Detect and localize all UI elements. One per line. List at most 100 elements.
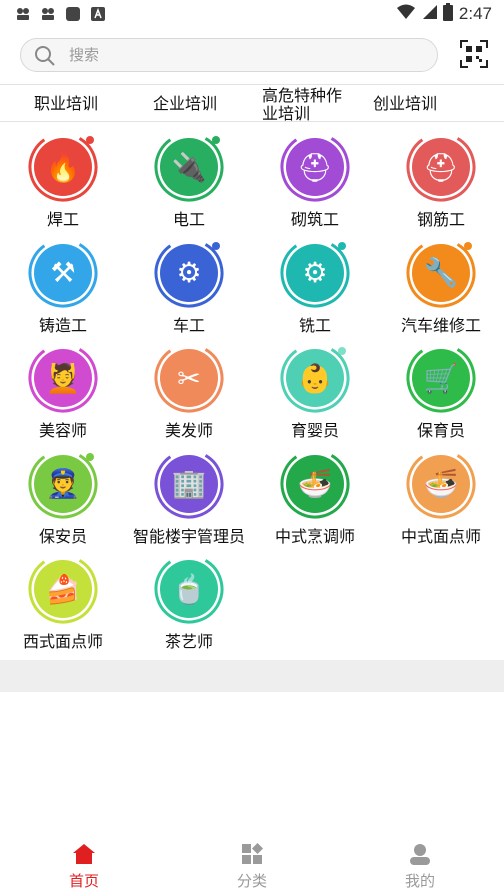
category-glyph: 💆 — [34, 349, 92, 407]
category-item[interactable]: 🔌 电工 — [126, 130, 252, 235]
search-bar — [0, 32, 504, 78]
nav-home[interactable]: 首页 — [0, 836, 168, 896]
category-label: 电工 — [172, 210, 205, 229]
category-icon: 🍜 — [406, 449, 476, 519]
category-icon: ⛑ — [406, 132, 476, 202]
category-glyph: 👶 — [286, 349, 344, 407]
category-item[interactable]: 🍜 中式面点师 — [378, 447, 504, 552]
notification-dot — [338, 241, 346, 250]
font-icon — [89, 5, 106, 22]
category-label: 茶艺师 — [164, 632, 213, 651]
category-item[interactable]: ⛑ 砌筑工 — [252, 130, 378, 235]
category-icon: ⚙ — [280, 238, 350, 308]
nav-mine[interactable]: 我的 — [336, 836, 504, 896]
category-item[interactable]: 🛒 保育员 — [378, 341, 504, 446]
category-label: 智能楼宇管理员 — [132, 526, 245, 546]
category-icon: ✂ — [154, 343, 224, 413]
category-icon: 🍜 — [280, 449, 350, 519]
category-item[interactable]: 💆 美容师 — [0, 341, 126, 446]
tab-enterprise-training[interactable]: 企业培训 — [153, 95, 217, 131]
category-icon: ⚒ — [28, 238, 98, 308]
notification-icons — [14, 5, 106, 22]
category-label: 保安员 — [38, 526, 87, 546]
category-item[interactable]: 🏢 智能楼宇管理员 — [126, 447, 252, 552]
category-label: 美发师 — [164, 421, 213, 440]
category-item[interactable]: ✂ 美发师 — [126, 341, 252, 446]
category-label: 汽车维修工 — [400, 315, 481, 335]
app-icon — [64, 5, 81, 22]
bottom-nav: 首页 分类 我的 — [0, 836, 504, 896]
category-glyph: 🍜 — [412, 454, 470, 513]
photo-icon — [39, 5, 56, 22]
notification-dot — [464, 241, 472, 250]
battery-icon — [442, 3, 453, 25]
category-label: 西式面点师 — [22, 632, 103, 651]
category-item[interactable]: 🍜 中式烹调师 — [252, 447, 378, 552]
home-icon — [72, 842, 96, 866]
category-glyph: 🔥 — [34, 138, 92, 196]
category-icon: 🔌 — [154, 132, 224, 202]
category-item[interactable]: 👮 保安员 — [0, 447, 126, 552]
category-item[interactable]: 👶 育婴员 — [252, 341, 378, 446]
category-glyph: 🍰 — [34, 560, 92, 618]
category-item[interactable]: ⚙ 铣工 — [252, 236, 378, 341]
category-label: 焊工 — [46, 210, 79, 229]
category-glyph: 🔧 — [412, 243, 470, 302]
signal-icon — [421, 4, 437, 24]
category-icon: 🏢 — [154, 449, 224, 519]
category-label: 中式面点师 — [400, 526, 481, 546]
notification-dot — [212, 136, 220, 144]
nav-category-label: 分类 — [236, 872, 267, 890]
category-icon: 🔧 — [406, 238, 476, 308]
category-item[interactable]: ⚒ 铸造工 — [0, 236, 126, 341]
category-item[interactable]: 🍵 茶艺师 — [126, 552, 252, 657]
category-glyph: ⛑ — [412, 138, 470, 196]
category-glyph: 🔌 — [160, 138, 218, 196]
system-icons: 2:47 — [396, 3, 492, 25]
category-glyph: 🍜 — [286, 454, 344, 513]
category-icon: 👮 — [28, 449, 98, 519]
category-item[interactable]: ⚙ 车工 — [126, 236, 252, 341]
photo-icon — [14, 5, 31, 22]
category-label: 钢筋工 — [416, 210, 465, 229]
category-icon: ⛑ — [280, 132, 350, 202]
category-glyph: ⚙ — [160, 243, 218, 302]
category-icon: 🍵 — [154, 554, 224, 624]
qr-scan-icon[interactable] — [460, 40, 488, 68]
category-label: 铣工 — [298, 315, 331, 335]
category-label: 车工 — [172, 315, 205, 335]
nav-category[interactable]: 分类 — [168, 836, 336, 896]
category-icon: 🔥 — [28, 132, 98, 202]
section-divider — [0, 660, 504, 692]
notification-dot — [212, 241, 220, 250]
nav-home-label: 首页 — [68, 872, 99, 890]
category-glyph: 🍵 — [160, 560, 218, 618]
notification-dot — [86, 452, 94, 461]
tab-hazardous-work-training[interactable]: 高危特种作业培训 — [262, 87, 350, 121]
category-label: 美容师 — [38, 421, 87, 440]
category-glyph: ✂ — [160, 349, 218, 407]
category-item[interactable]: 🔧 汽车维修工 — [378, 236, 504, 341]
category-tabs: 职业培训 企业培训 高危特种作业培训 创业培训 — [0, 84, 504, 122]
user-icon — [408, 842, 432, 866]
tab-entrepreneurship-training[interactable]: 创业培训 — [373, 95, 437, 131]
search-input[interactable] — [69, 39, 369, 71]
wifi-icon — [396, 4, 415, 24]
category-glyph: ⚒ — [34, 243, 92, 302]
category-glyph: 🏢 — [160, 454, 218, 513]
search-box[interactable] — [20, 38, 438, 72]
category-item[interactable]: 🔥 焊工 — [0, 130, 126, 235]
search-icon — [33, 44, 57, 68]
category-label: 中式烹调师 — [274, 526, 355, 546]
clock-time: 2:47 — [458, 4, 492, 23]
category-item[interactable]: 🍰 西式面点师 — [0, 552, 126, 657]
category-item[interactable]: ⛑ 钢筋工 — [378, 130, 504, 235]
category-icon: 👶 — [280, 343, 350, 413]
category-icon: ⚙ — [154, 238, 224, 308]
category-glyph: 👮 — [34, 454, 92, 513]
nav-mine-label: 我的 — [404, 872, 435, 890]
tab-vocational-training[interactable]: 职业培训 — [34, 95, 98, 131]
category-icon: 🛒 — [406, 343, 476, 413]
notification-dot — [86, 136, 94, 144]
category-glyph: ⛑ — [286, 138, 344, 196]
